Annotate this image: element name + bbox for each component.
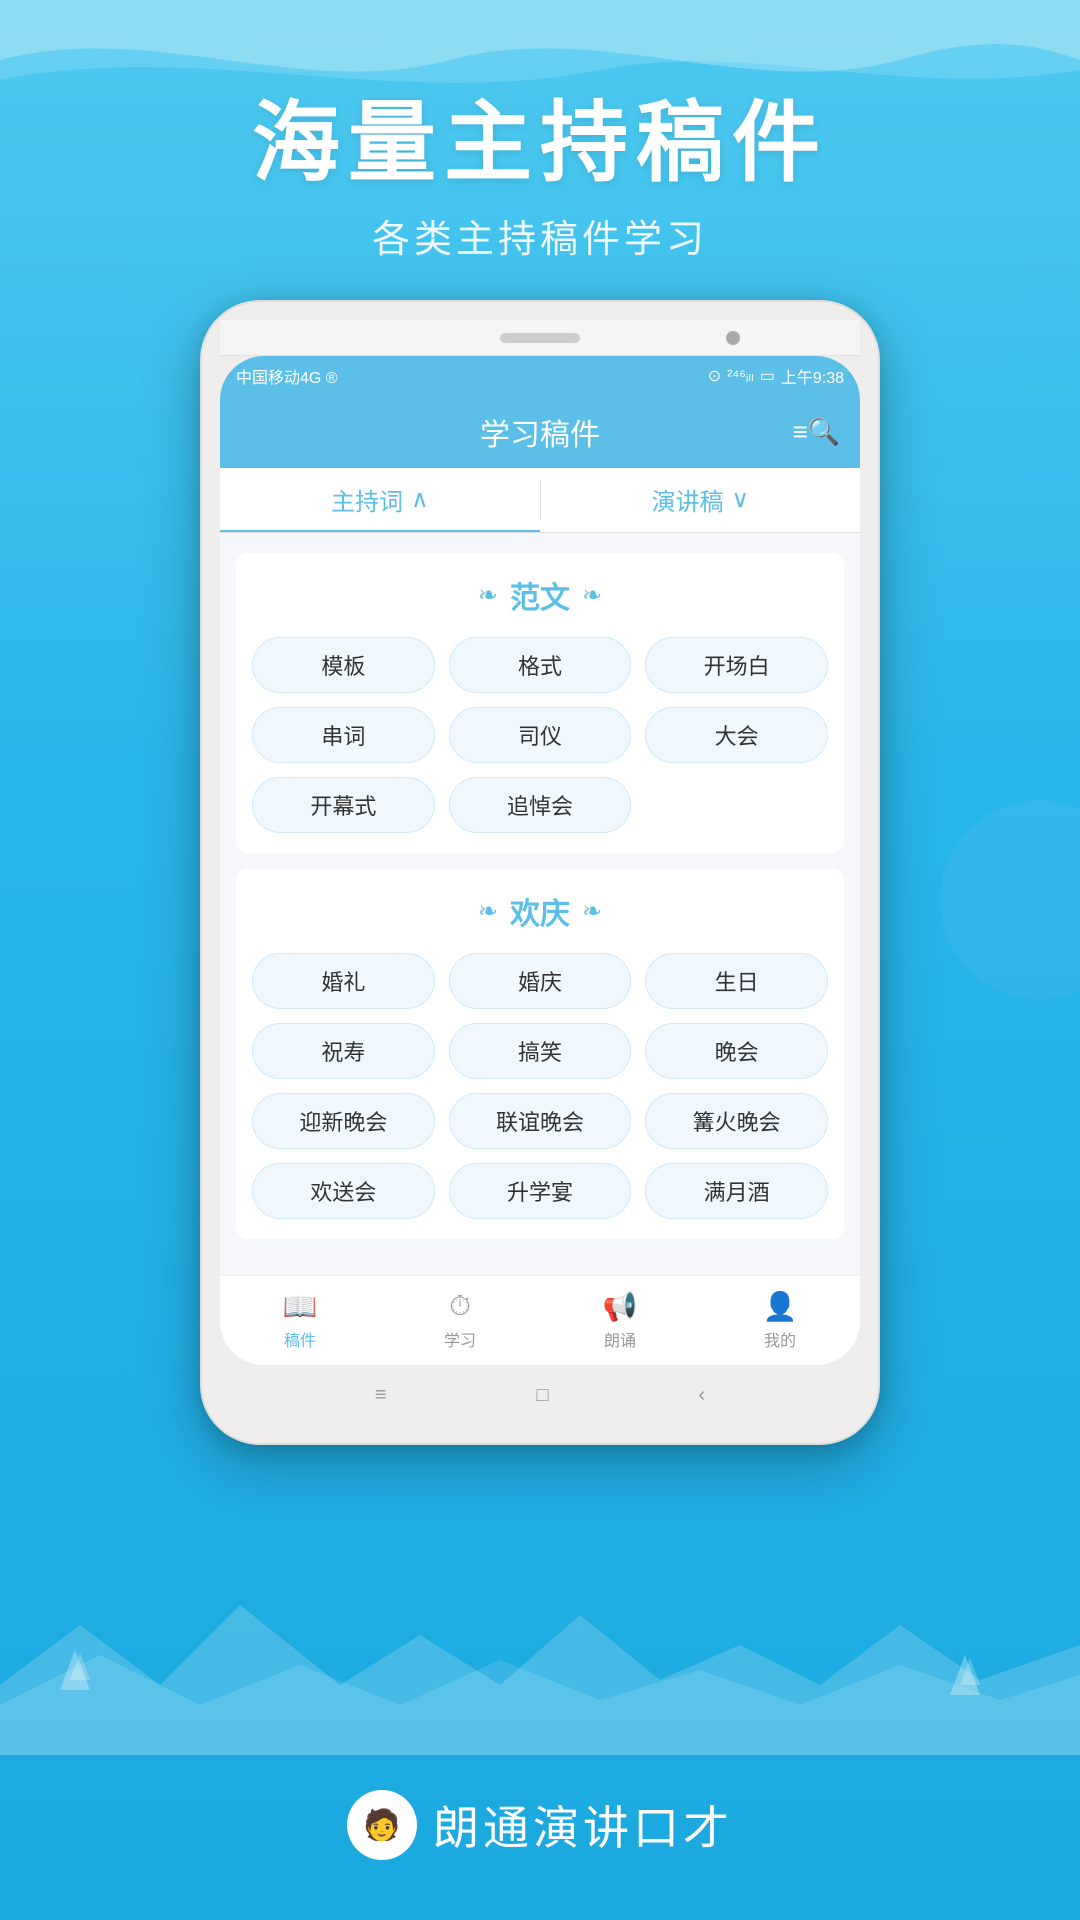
fanwen-deco-left: ❧ — [478, 581, 498, 610]
tag-dahui[interactable]: 大会 — [645, 707, 828, 763]
huanqing-deco-right: ❧ — [582, 897, 602, 926]
huanqing-section: ❧ 欢庆 ❧ 婚礼 婚庆 生日 祝寿 搞笑 晚会 迎新晚会 联谊晚会 篝火晚会 — [236, 869, 844, 1239]
nav-xuexi[interactable]: ⏱ 学习 — [380, 1276, 540, 1365]
app-header: 学习稿件 ≡🔍 — [220, 396, 860, 468]
menu-button[interactable]: ≡ — [375, 1384, 387, 1407]
tag-yingxin[interactable]: 迎新晚会 — [252, 1093, 435, 1149]
mine-icon: 👤 — [763, 1290, 798, 1323]
content-area: ❧ 范文 ❧ 模板 格式 开场白 串词 司仪 大会 开幕式 追悼会 — [220, 533, 860, 1275]
gaojian-label: 稿件 — [284, 1327, 316, 1351]
fanwen-title: 范文 — [510, 573, 570, 617]
tag-chuanci[interactable]: 串词 — [252, 707, 435, 763]
tab-bar: 主持词 ∧ 演讲稿 ∨ — [220, 468, 860, 533]
phone-top-bar — [220, 320, 860, 356]
tab-zhuchici-label: 主持词 — [331, 482, 403, 517]
hero-title: 海量主持稿件 — [0, 90, 1080, 196]
phone-speaker — [500, 333, 580, 343]
tab-yanjiangao-arrow: ∨ — [731, 485, 749, 514]
tag-muban[interactable]: 模板 — [252, 637, 435, 693]
app-title: 学习稿件 — [480, 410, 600, 454]
tag-zhuihaohui[interactable]: 追悼会 — [449, 777, 632, 833]
phone-mockup: 中国移动4G ® ⊙ ²⁴⁶ᵢₗₗ ▭ 上午9:38 学习稿件 ≡🔍 主持词 ∧ — [200, 300, 880, 1445]
nav-gaojian[interactable]: 📖 稿件 — [220, 1276, 380, 1365]
huanqing-header: ❧ 欢庆 ❧ — [252, 889, 828, 933]
brand-logo: 🧑 — [347, 1790, 417, 1860]
carrier-label: 中国移动4G ® — [236, 364, 338, 388]
tab-zhuchici[interactable]: 主持词 ∧ — [220, 468, 540, 532]
mine-label: 我的 — [764, 1327, 796, 1351]
signal-strength: ²⁴⁶ᵢₗₗ — [727, 366, 754, 386]
phone-frame: 中国移动4G ® ⊙ ²⁴⁶ᵢₗₗ ▭ 上午9:38 学习稿件 ≡🔍 主持词 ∧ — [200, 300, 880, 1445]
tag-zhushou[interactable]: 祝寿 — [252, 1023, 435, 1079]
tag-geshi[interactable]: 格式 — [449, 637, 632, 693]
langsong-icon: 📢 — [603, 1290, 638, 1323]
nav-langsong[interactable]: 📢 朗诵 — [540, 1276, 700, 1365]
status-bar: 中国移动4G ® ⊙ ²⁴⁶ᵢₗₗ ▭ 上午9:38 — [220, 356, 860, 396]
tag-gaoxiao[interactable]: 搞笑 — [449, 1023, 632, 1079]
tag-hunqing[interactable]: 婚庆 — [449, 953, 632, 1009]
brand-text: 朗通演讲口才 — [433, 1792, 733, 1858]
huanqing-deco-left: ❧ — [478, 897, 498, 926]
tag-siyi[interactable]: 司仪 — [449, 707, 632, 763]
tag-manyue[interactable]: 满月酒 — [645, 1163, 828, 1219]
tag-lianyi[interactable]: 联谊晚会 — [449, 1093, 632, 1149]
brand-logo-emoji: 🧑 — [363, 1808, 400, 1843]
hero-section: 海量主持稿件 各类主持稿件学习 — [0, 90, 1080, 263]
tab-yanjiangao-label: 演讲稿 — [651, 482, 723, 517]
nav-mine[interactable]: 👤 我的 — [700, 1276, 860, 1365]
huanqing-tags: 婚礼 婚庆 生日 祝寿 搞笑 晚会 迎新晚会 联谊晚会 篝火晚会 欢送会 升学宴… — [252, 953, 828, 1219]
app-branding: 🧑 朗通演讲口才 — [0, 1790, 1080, 1860]
mountains-decoration — [0, 1505, 1080, 1760]
search-icon[interactable]: ≡🔍 — [792, 417, 840, 448]
home-button[interactable]: □ — [536, 1384, 548, 1407]
xuexi-icon: ⏱ — [449, 1290, 471, 1323]
battery-icon: ▭ — [760, 366, 775, 386]
signal-icon: ⊙ — [708, 366, 721, 386]
tag-hunli[interactable]: 婚礼 — [252, 953, 435, 1009]
phone-bottom-buttons: ≡ □ ‹ — [220, 1365, 860, 1425]
tag-shengri[interactable]: 生日 — [645, 953, 828, 1009]
back-button[interactable]: ‹ — [698, 1384, 705, 1407]
tab-yanjiangao[interactable]: 演讲稿 ∨ — [541, 468, 861, 532]
fanwen-tags: 模板 格式 开场白 串词 司仪 大会 开幕式 追悼会 — [252, 637, 828, 833]
fanwen-header: ❧ 范文 ❧ — [252, 573, 828, 617]
huanqing-title: 欢庆 — [510, 889, 570, 933]
phone-camera — [726, 331, 740, 345]
tag-kaimushi[interactable]: 开幕式 — [252, 777, 435, 833]
langsong-label: 朗诵 — [604, 1327, 636, 1351]
tag-gaohuowanhui[interactable]: 篝火晚会 — [645, 1093, 828, 1149]
fanwen-deco-right: ❧ — [582, 581, 602, 610]
tab-zhuchici-arrow: ∧ — [411, 485, 429, 514]
tag-wanhui[interactable]: 晚会 — [645, 1023, 828, 1079]
time-label: 上午9:38 — [781, 364, 844, 388]
tag-kaichang[interactable]: 开场白 — [645, 637, 828, 693]
fanwen-section: ❧ 范文 ❧ 模板 格式 开场白 串词 司仪 大会 开幕式 追悼会 — [236, 553, 844, 853]
hero-subtitle: 各类主持稿件学习 — [0, 208, 1080, 263]
status-right: ⊙ ²⁴⁶ᵢₗₗ ▭ 上午9:38 — [708, 364, 844, 388]
xuexi-label: 学习 — [444, 1327, 476, 1351]
tag-huansong[interactable]: 欢送会 — [252, 1163, 435, 1219]
tag-shengxuehui[interactable]: 升学宴 — [449, 1163, 632, 1219]
bottom-nav: 📖 稿件 ⏱ 学习 📢 朗诵 👤 我的 — [220, 1275, 860, 1365]
phone-screen: 中国移动4G ® ⊙ ²⁴⁶ᵢₗₗ ▭ 上午9:38 学习稿件 ≡🔍 主持词 ∧ — [220, 356, 860, 1365]
gaojian-icon: 📖 — [283, 1290, 318, 1323]
